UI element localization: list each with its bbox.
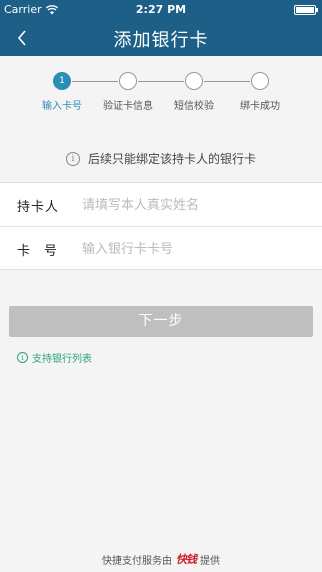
status-bar: Carrier 2:27 PM [0, 0, 322, 20]
status-time: 2:27 PM [135, 3, 187, 16]
step-connector [204, 80, 250, 82]
cardholder-input[interactable] [82, 190, 322, 220]
notice-text: 后续只能绑定该持卡人的银行卡 [87, 152, 256, 166]
cardholder-row: 持卡人 [0, 183, 322, 227]
progress-steps: 1 输入卡号 验证卡信息 短信校验 绑卡成功 [0, 70, 322, 112]
step-2-circle [119, 72, 137, 90]
card-number-input[interactable] [82, 234, 322, 264]
step-2-label: 验证卡信息 [103, 101, 153, 112]
card-form: 持卡人 卡号 [0, 182, 322, 270]
provider-logo: 快钱 [176, 553, 197, 566]
info-icon: i [17, 352, 28, 363]
notice: i 后续只能绑定该持卡人的银行卡 [0, 150, 322, 167]
step-3-circle [185, 72, 203, 90]
cardholder-label: 持卡人 [17, 199, 60, 215]
supported-banks-label: 支持银行列表 [32, 354, 92, 365]
step-connector [72, 80, 118, 82]
footer-prefix: 快捷支付服务由 [102, 555, 172, 567]
step-1-circle: 1 [53, 72, 71, 90]
card-number-row: 卡号 [0, 227, 322, 271]
step-3-label: 短信校验 [174, 101, 214, 112]
header: Carrier 2:27 PM 添加银行卡 [0, 0, 322, 56]
footer: 快捷支付服务由 快钱 提供 [0, 551, 322, 567]
page-title: 添加银行卡 [113, 30, 209, 51]
next-step-button[interactable]: 下一步 [9, 306, 313, 337]
card-number-label: 卡号 [17, 243, 72, 259]
step-1-label: 输入卡号 [42, 101, 82, 112]
step-4-label: 绑卡成功 [240, 101, 280, 112]
step-4-circle [251, 72, 269, 90]
step-connector [138, 80, 184, 82]
supported-banks-link[interactable]: i 支持银行列表 [17, 350, 92, 365]
footer-suffix: 提供 [200, 555, 220, 567]
battery-icon [294, 5, 318, 15]
info-icon: i [65, 151, 80, 166]
